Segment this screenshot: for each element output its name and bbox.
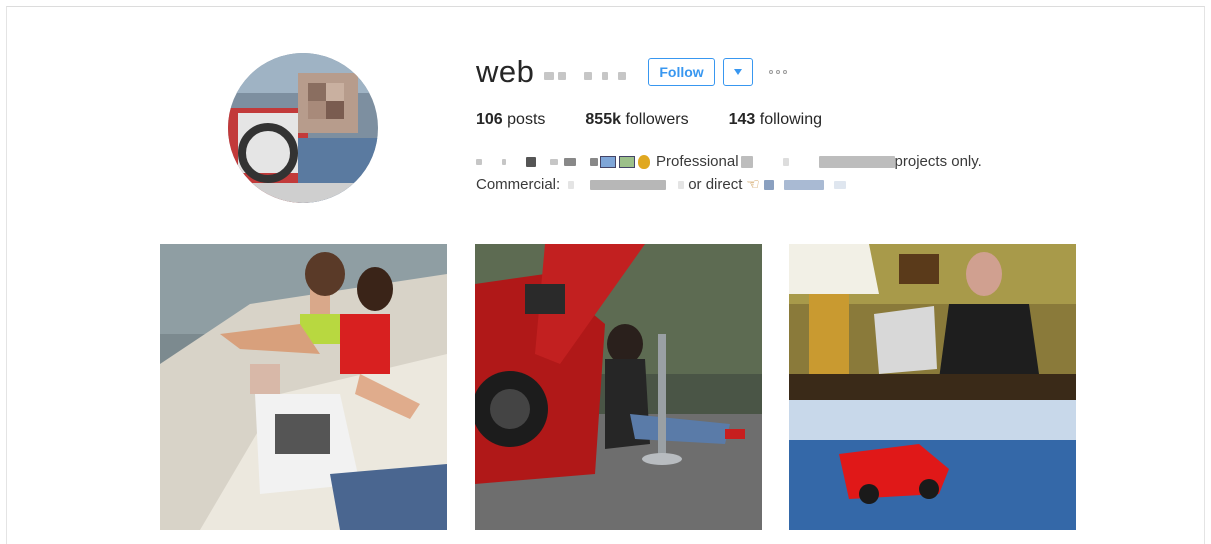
redacted-text — [568, 180, 575, 189]
following-stat[interactable]: 143 following — [729, 111, 822, 129]
post-image — [789, 244, 1076, 530]
bio-text-projects-only: projects only. — [894, 153, 982, 170]
followers-label: followers — [625, 111, 689, 128]
post-image — [160, 244, 447, 530]
bio-text-or-direct: or direct — [688, 176, 743, 193]
profile-stats: 106 posts 855k followers 143 following — [476, 111, 862, 129]
redacted-text — [590, 179, 667, 190]
followers-count: 855k — [585, 111, 621, 128]
redacted-text — [590, 157, 598, 166]
posts-label: posts — [507, 111, 546, 128]
redacted-text — [818, 155, 895, 168]
redacted-text — [564, 157, 576, 166]
following-label: following — [759, 111, 823, 128]
dot — [775, 70, 780, 74]
username-row: web Follow — [476, 54, 787, 90]
dot — [768, 70, 773, 74]
suggestions-dropdown-button[interactable] — [722, 58, 753, 86]
profile-avatar[interactable] — [228, 53, 378, 203]
post-image — [475, 244, 762, 530]
redacted-text — [526, 156, 536, 167]
posts-count: 106 — [476, 111, 503, 128]
bio-line-1: Professional projects only. — [476, 150, 982, 173]
redacted-text — [763, 179, 774, 190]
follow-button[interactable]: Follow — [648, 58, 715, 86]
redacted-text — [678, 180, 685, 189]
pointing-hand-icon: ☜ — [746, 175, 760, 193]
caret-down-icon — [733, 69, 742, 75]
redacted-text — [602, 72, 609, 80]
redacted-text — [740, 155, 753, 168]
redacted-text — [618, 72, 627, 80]
dot — [782, 70, 787, 74]
post-thumbnail[interactable] — [475, 244, 762, 530]
redacted-text — [550, 158, 558, 165]
post-thumbnail[interactable] — [160, 244, 447, 530]
post-thumbnail[interactable] — [789, 244, 1076, 530]
redacted-text — [783, 179, 824, 190]
book-emoji-icon — [600, 155, 616, 168]
bio-text-professional: Professional — [656, 153, 739, 170]
following-count: 143 — [728, 111, 756, 128]
redacted-text — [544, 72, 555, 80]
book-emoji-icon — [619, 155, 635, 168]
followers-stat[interactable]: 855k followers — [585, 111, 688, 129]
profile-bio: Professional projects only. Commercial: … — [476, 150, 982, 196]
more-options-icon[interactable] — [768, 70, 787, 74]
redacted-text — [833, 180, 846, 189]
redacted-text — [782, 157, 789, 166]
bio-line-2: Commercial: or direct ☜ — [476, 173, 982, 196]
posts-stat: 106 posts — [476, 111, 545, 129]
redacted-text — [476, 158, 482, 165]
username: web — [476, 54, 535, 89]
redacted-text — [558, 72, 567, 80]
redacted-text — [502, 158, 506, 165]
money-bag-icon — [638, 154, 650, 169]
bio-text-commercial: Commercial: — [476, 176, 561, 193]
redacted-text — [584, 72, 593, 80]
